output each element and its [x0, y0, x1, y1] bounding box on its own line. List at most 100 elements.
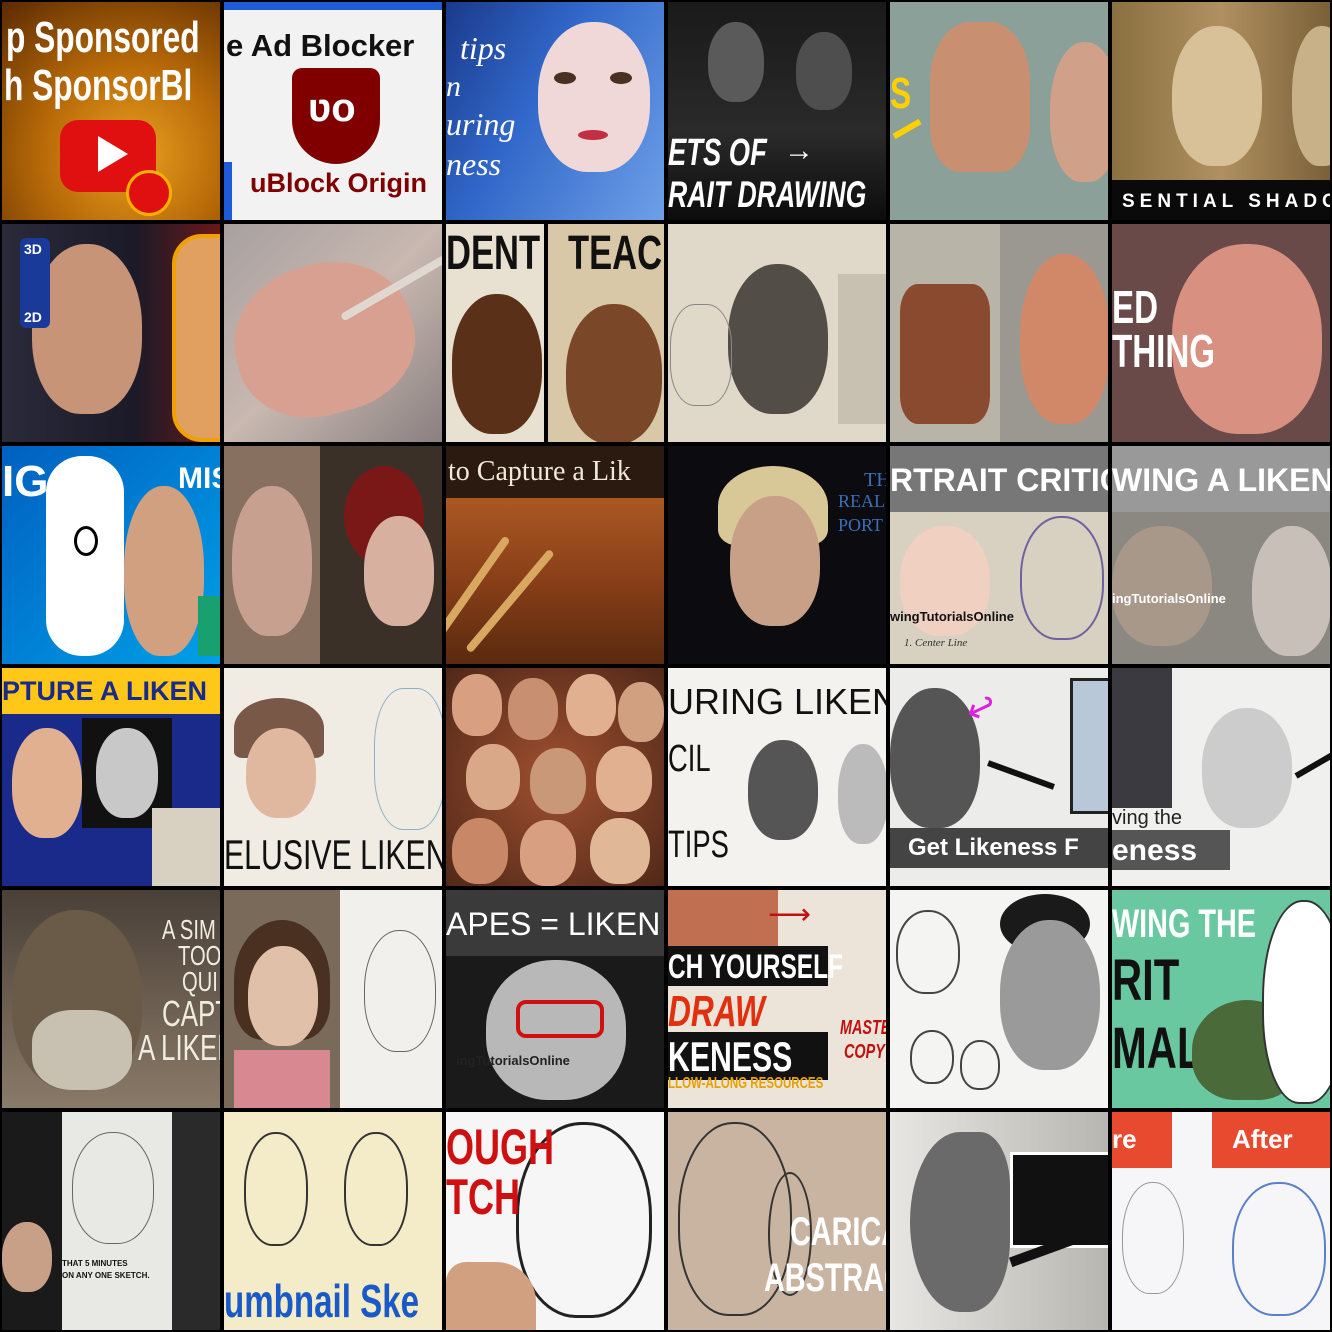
thumbnail-title-line: MASTE — [840, 1017, 888, 1039]
video-thumbnail-painting-face[interactable] — [222, 222, 444, 444]
thumbnail-title-line: umbnail Ske — [224, 1275, 420, 1327]
beard-shape — [32, 1010, 132, 1090]
video-thumbnail-get-likeness-fast[interactable]: ↩ Get Likeness F — [888, 666, 1110, 888]
video-thumbnail-grid: p Sponsored h SponsorBl e Ad Blocker ʋo … — [0, 0, 1332, 1332]
video-thumbnail-nicolas-cage-collage[interactable] — [444, 666, 666, 888]
video-thumbnail-portrait-critique[interactable]: RTRAIT CRITIC wingTutorialsOnline 1. Cen… — [888, 444, 1110, 666]
dollar-icon — [126, 170, 172, 216]
thumbnail-title-line: eness — [1112, 834, 1198, 867]
video-thumbnail-profile-charcoal[interactable] — [888, 1110, 1110, 1332]
thumbnail-title-line: TIPS — [668, 824, 729, 866]
thumbnail-title-line: ving the — [1112, 807, 1183, 829]
thumbnail-title-line: SENTIAL SHADO — [1122, 191, 1332, 212]
portrait-face — [910, 1132, 1010, 1312]
video-thumbnail-drawing-the-spirit-animal[interactable]: WING THE RIT MAL — [1110, 888, 1332, 1110]
thumbnail-title-line: TH — [864, 469, 886, 491]
portrait-face — [730, 496, 820, 626]
video-thumbnail-ublock[interactable]: e Ad Blocker ʋo uBlock Origin — [222, 0, 444, 222]
thumbnail-title-line: TCH — [446, 1169, 520, 1225]
portrait-face — [748, 740, 818, 840]
portrait-face — [96, 728, 158, 818]
thumbnail-title-line: h SponsorBl — [4, 61, 193, 110]
video-thumbnail-how-to-capture-likeness[interactable]: to Capture a Lik — [444, 444, 666, 666]
right-panel — [172, 1112, 220, 1330]
video-thumbnail-solving-likeness[interactable]: ving the eness — [1110, 666, 1332, 888]
thumbnail-title-line: APES = LIKEN — [446, 906, 661, 942]
video-thumbnail-realistic-portrait[interactable]: TH REAL PORT — [666, 444, 888, 666]
video-thumbnail-capture-a-likeness-picard[interactable]: PTURE A LIKEN — [0, 666, 222, 888]
video-thumbnail-elusive-likeness[interactable]: ELUSIVE LIKENESS — [222, 666, 444, 888]
video-thumbnail-teach-yourself-to-draw-likeness[interactable]: ⟶ CH YOURSELF DRAW KENESS LLOW-ALONG RES… — [666, 888, 888, 1110]
sketch-face — [244, 1132, 308, 1246]
thumbnail-title-line: DENT — [446, 227, 541, 280]
thumbnail-title-line: PTURE A LIKEN — [2, 676, 208, 706]
thumbnail-title-line: A LIKEN — [138, 1027, 220, 1068]
top-bar — [224, 2, 442, 10]
thumbnail-title-line: CH YOURSELF — [668, 948, 844, 986]
thumbnail-title-line: LLOW-ALONG RESOURCES — [668, 1075, 824, 1092]
thumbnail-title-line: S — [890, 69, 912, 118]
video-thumbnail-thumbnail-sketches[interactable]: umbnail Ske — [222, 1110, 444, 1332]
toggle-label: 2D — [24, 309, 42, 325]
video-thumbnail-capturing-likeness-pencil[interactable]: URING LIKENESS CIL TIPS — [666, 666, 888, 888]
video-thumbnail-before-after[interactable]: re After — [1110, 1110, 1332, 1332]
video-thumbnail-secrets-portrait-drawing[interactable]: ETS OF → RAIT DRAWING — [666, 0, 888, 222]
thumbnail-caption: 1. Center Line — [904, 637, 968, 649]
portrait-face — [530, 748, 586, 814]
portrait-face — [590, 818, 650, 884]
video-thumbnail-caricature-abstraction[interactable]: CARICA ABSTRAC — [666, 1110, 888, 1332]
painting-fragment — [668, 890, 778, 950]
video-thumbnail-oil-portrait-red-hair[interactable] — [222, 444, 444, 666]
thumbnail-title-line: CARICA — [790, 1210, 886, 1254]
video-thumbnail-student-teacher[interactable]: DENT TEACH — [444, 222, 666, 444]
clothing-shape — [234, 1050, 330, 1108]
thumbnail-title-line: URING LIKENESS — [668, 681, 886, 722]
thumbnail-title-line: WING THE — [1112, 902, 1256, 946]
thumbnail-title-line: KENESS — [668, 1033, 793, 1080]
video-thumbnail-painted-woman[interactable]: ED THING — [1110, 222, 1332, 444]
red-outline — [516, 1000, 604, 1038]
sketch-face — [72, 1132, 154, 1244]
video-thumbnail-cartoon-vs-real[interactable]: IG MIS — [0, 444, 222, 666]
video-thumbnail-rough-sketch[interactable]: OUGH TCH — [444, 1110, 666, 1332]
thumbnail-title-line: ETS OF — [668, 132, 767, 174]
video-thumbnail-capturing-likeness-tips[interactable]: tips n uring ness — [444, 0, 666, 222]
video-thumbnail-drawing-a-likeness[interactable]: WING A LIKEN ingTutorialsOnline — [1110, 444, 1332, 666]
toggle-label: 3D — [24, 241, 42, 257]
reference-card — [1070, 678, 1108, 814]
thumbnail-title-line: CIL — [668, 738, 711, 780]
video-thumbnail-shapes-likeness[interactable]: APES = LIKEN ingTutorialsOnline — [444, 888, 666, 1110]
sketch-face — [838, 744, 886, 844]
thumbnail-title-line: COPY — [844, 1041, 885, 1063]
video-thumbnail-3d-2d[interactable]: 3D 2D — [0, 222, 222, 444]
portrait-face — [930, 22, 1030, 172]
video-thumbnail-charcoal-sketch[interactable] — [666, 222, 888, 444]
eye — [610, 72, 632, 84]
video-thumbnail-simple-tool[interactable]: A SIM TOO QUI CAPT A LIKEN — [0, 888, 222, 1110]
thumbnail-title-line: IG — [2, 457, 49, 506]
thumbnail-title-line: uring — [446, 106, 516, 142]
thumbnail-title-line: OUGH — [446, 1119, 554, 1175]
arrow-right-icon: ⟶ — [768, 898, 812, 931]
sketch-page — [838, 274, 886, 424]
thumbnail-title-line: RIT — [1112, 948, 1180, 1013]
video-thumbnail-sponsorblock[interactable]: p Sponsored h SponsorBl — [0, 0, 222, 222]
video-thumbnail-caricature-sketches[interactable] — [888, 888, 1110, 1110]
video-thumbnail-block-painting[interactable] — [888, 222, 1110, 444]
portrait-face — [466, 744, 520, 810]
portrait-face — [232, 486, 312, 636]
channel-watermark: ingTutorialsOnline — [1112, 591, 1226, 606]
video-thumbnail-essential-shadows[interactable]: SENTIAL SHADO — [1110, 0, 1332, 222]
cartoon-face — [46, 456, 124, 656]
portrait-face — [248, 946, 318, 1046]
portrait-face — [508, 678, 558, 740]
video-thumbnail-painted-heads[interactable]: S — [888, 0, 1110, 222]
video-thumbnail-sketch-minutes[interactable]: THAT 5 MINUTES ON ANY ONE SKETCH. — [0, 1110, 222, 1332]
thumbnail-title-line: Get Likeness F — [908, 834, 1079, 861]
thumbnail-title-line: ness — [446, 146, 502, 182]
thumbnail-title-line: RTRAIT CRITIC — [890, 462, 1110, 498]
video-thumbnail-girl-pencil-sketch[interactable] — [222, 888, 444, 1110]
portrait-face — [796, 32, 852, 110]
sketch-face — [910, 1030, 954, 1084]
portrait-face — [566, 674, 616, 736]
